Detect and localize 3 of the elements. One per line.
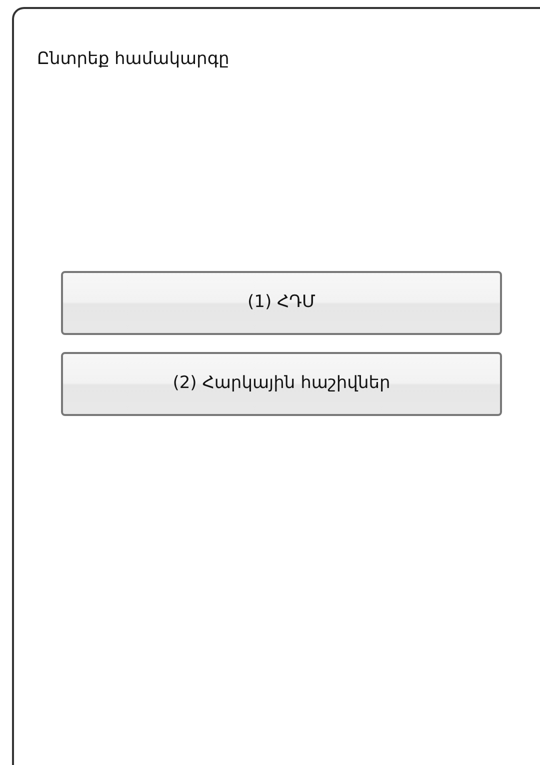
option-button[interactable]: (2) Հարկային հաշիվներ	[61, 352, 502, 416]
dialog-title: Ընտրեք համակարգը	[37, 48, 230, 70]
option-button[interactable]: (1) ՀԴՄ	[61, 271, 502, 335]
